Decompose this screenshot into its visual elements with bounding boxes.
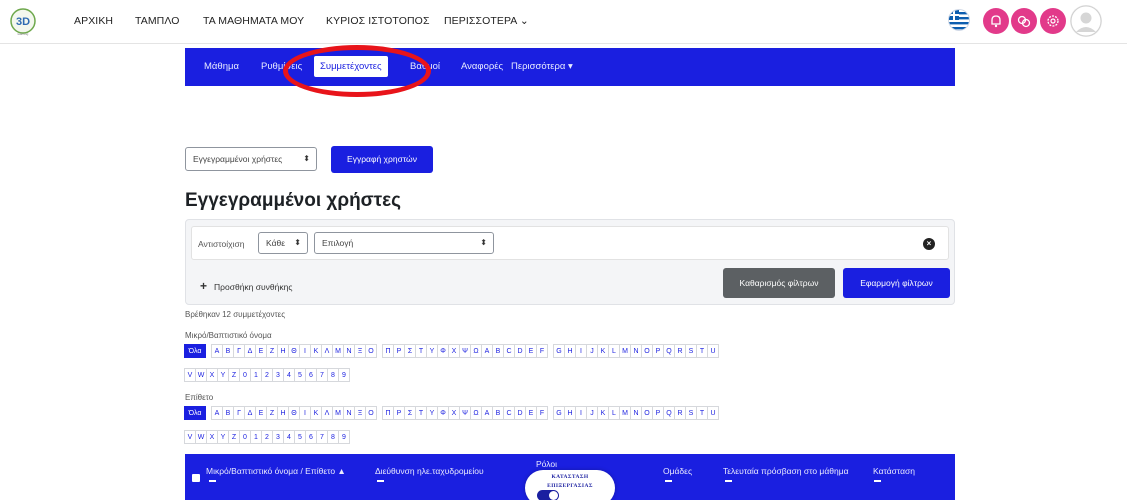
initial-letter-button[interactable]: 9 (338, 430, 350, 444)
column-header-status[interactable]: Κατάσταση (873, 466, 915, 476)
filter-type-select-value: Επιλογή (322, 238, 354, 248)
select-caret-icon: ⬍ (480, 238, 487, 247)
initial-letter-button[interactable]: F (536, 406, 548, 420)
initial-letter-button[interactable]: U (707, 344, 719, 358)
messages-icon[interactable] (1011, 8, 1037, 34)
highlight-annotation-ellipse (283, 45, 431, 97)
initial-letter-button[interactable]: F (536, 344, 548, 358)
lastname-initials-bar-2: VWXYZ0123456789 (184, 430, 350, 444)
apply-filters-button[interactable]: Εφαρμογή φίλτρων (843, 268, 950, 298)
match-select-value: Κάθε (266, 238, 285, 248)
column-header-groups[interactable]: Ομάδες (663, 466, 692, 476)
filter-row: Αντιστοίχιση Κάθε ⬍ Επιλογή ⬍ × (191, 226, 949, 260)
tab-more[interactable]: Περισσότερα ▾ (511, 61, 573, 72)
sort-dash-icon (209, 480, 216, 482)
firstname-initials-bar: Όλα Α Β Γ Δ Ε Ζ Η Θ Ι Κ Λ Μ Ν Ξ Ο Π Ρ Σ Τ Υ Φ Χ Ψ Ω A B C D E F G H I J K L M… (184, 344, 719, 358)
column-header-email[interactable]: Διεύθυνση ηλε.ταχυδρομείου (375, 466, 484, 476)
firstname-initials-label: Μικρό/Βαπτιστικό όνομα (185, 331, 272, 340)
lastname-initials-bar: Όλα Α Β Γ Δ Ε Ζ Η Θ Ι Κ Λ Μ Ν Ξ Ο Π Ρ Σ Τ Υ Φ Χ Ψ Ω A B C D E F G H I J K L M… (184, 406, 719, 420)
sort-dash-icon (874, 480, 881, 482)
site-logo[interactable]: 3D learning (6, 7, 40, 37)
add-condition-link[interactable]: + Προσθήκη συνθήκης (200, 279, 292, 293)
initial-all-button[interactable]: Όλα (184, 406, 206, 420)
gear-icon[interactable] (1040, 8, 1066, 34)
sort-dash-icon (665, 480, 672, 482)
nav-dashboard[interactable]: ΤΑΜΠΛΟ (135, 15, 180, 27)
edit-mode-label-line2: ΕΠΙΞΕΡΓΑΣΙΑΣ (547, 483, 593, 489)
sort-dash-icon (377, 480, 384, 482)
top-navbar: 3D learning ΑΡΧΙΚΗ ΤΑΜΠΛΟ ΤΑ ΜΑΘΗΜΑΤΑ ΜΟ… (0, 0, 1127, 44)
page-title: Εγγεγραμμένοι χρήστες (185, 190, 402, 211)
greek-flag-icon[interactable] (948, 9, 970, 31)
initial-letter-button[interactable]: Ο (365, 406, 377, 420)
select-caret-icon: ⬍ (303, 154, 310, 163)
sort-dash-icon (725, 480, 732, 482)
tab-course[interactable]: Μάθημα (204, 61, 239, 72)
edit-mode-label: ΚΑΤΑΣΤΑΣΗ ΕΠΙΞΕΡΓΑΣΙΑΣ (525, 473, 615, 491)
initial-all-button[interactable]: Όλα (184, 344, 206, 358)
enrolment-view-select[interactable]: Εγγεγραμμένοι χρήστες ⬍ (185, 147, 317, 171)
edit-mode-widget: ΚΑΤΑΣΤΑΣΗ ΕΠΙΞΕΡΓΑΣΙΑΣ (525, 470, 615, 500)
select-caret-icon: ⬍ (294, 238, 301, 247)
filter-type-select[interactable]: Επιλογή ⬍ (314, 232, 494, 254)
enrol-users-button[interactable]: Εγγραφή χρηστών (331, 146, 433, 173)
notifications-icon[interactable] (983, 8, 1009, 34)
clear-filters-button[interactable]: Καθαρισμός φίλτρων (723, 268, 835, 298)
edit-mode-label-line1: ΚΑΤΑΣΤΑΣΗ (551, 474, 589, 480)
remove-filter-close-icon[interactable]: × (923, 238, 935, 250)
match-label: Αντιστοίχιση (198, 239, 245, 249)
svg-text:learning: learning (18, 32, 29, 36)
column-header-roles[interactable]: Ρόλοι (536, 459, 557, 469)
match-select[interactable]: Κάθε ⬍ (258, 232, 308, 254)
filter-panel: Αντιστοίχιση Κάθε ⬍ Επιλογή ⬍ × + Προσθήκ… (185, 219, 955, 305)
initial-letter-button[interactable]: 9 (338, 368, 350, 382)
enrolment-view-select-value: Εγγεγραμμένοι χρήστες (193, 154, 283, 164)
nav-home[interactable]: ΑΡΧΙΚΗ (74, 15, 113, 27)
nav-main-site[interactable]: ΚΥΡΙΟΣ ΙΣΤΟΤΟΠΟΣ (326, 15, 430, 27)
tab-reports[interactable]: Αναφορές (461, 61, 503, 72)
select-all-checkbox[interactable] (192, 474, 200, 482)
firstname-initials-bar-2: VWXYZ0123456789 (184, 368, 350, 382)
nav-my-courses[interactable]: ΤΑ ΜΑΘΗΜΑΤΑ ΜΟΥ (203, 15, 304, 27)
participants-found-count: Βρέθηκαν 12 συμμετέχοντες (185, 310, 286, 319)
initial-letter-button[interactable]: Ο (365, 344, 377, 358)
nav-more[interactable]: ΠΕΡΙΣΣΟΤΕΡΑ ⌄ (444, 15, 529, 27)
lastname-initials-label: Επίθετο (185, 393, 214, 402)
plus-icon: + (200, 279, 208, 293)
svg-text:3D: 3D (16, 16, 30, 28)
add-condition-label: Προσθήκη συνθήκης (214, 282, 293, 292)
initial-letter-button[interactable]: U (707, 406, 719, 420)
column-header-name[interactable]: Μικρό/Βαπτιστικό όνομα / Επίθετο ▲ (206, 466, 346, 476)
user-avatar[interactable] (1070, 5, 1102, 37)
column-header-last-access[interactable]: Τελευταία πρόσβαση στο μάθημα (723, 466, 849, 476)
edit-mode-toggle[interactable] (537, 490, 559, 500)
